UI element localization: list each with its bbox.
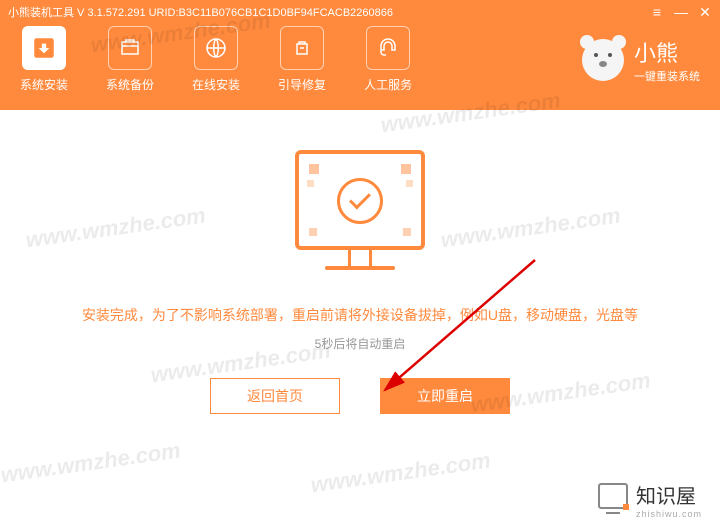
checkmark-icon [337, 178, 383, 224]
footer-icon [598, 483, 628, 509]
watermark: www.wmzhe.com [0, 438, 182, 489]
footer-title: 知识屋 [636, 480, 702, 509]
install-icon [22, 26, 66, 70]
minimize-icon[interactable]: — [674, 5, 688, 19]
completion-message: 安装完成，为了不影响系统部署，重启前请将外接设备拔掉，例如U盘，移动硬盘，光盘等 [0, 305, 720, 325]
nav-system-backup[interactable]: 系统备份 [106, 26, 154, 93]
nav-manual-service[interactable]: 人工服务 [364, 26, 412, 93]
back-home-button[interactable]: 返回首页 [210, 378, 340, 414]
nav-label: 系统安装 [20, 76, 68, 93]
watermark: www.wmzhe.com [309, 448, 492, 499]
brand-subtitle: 一键重装系统 [634, 68, 700, 84]
footer-url: zhishiwu.com [636, 509, 702, 519]
nav-system-install[interactable]: 系统安装 [20, 26, 68, 93]
repair-icon [280, 26, 324, 70]
nav-label: 在线安装 [192, 76, 240, 93]
menu-icon[interactable]: ≡ [650, 5, 664, 19]
nav-label: 人工服务 [364, 76, 412, 93]
brand-title: 小熊 [634, 36, 700, 68]
footer-brand: 知识屋 zhishiwu.com [598, 480, 702, 519]
online-icon [194, 26, 238, 70]
nav-label: 系统备份 [106, 76, 154, 93]
service-icon [366, 26, 410, 70]
countdown-message: 5秒后将自动重启 [0, 335, 720, 352]
app-title: 小熊装机工具 V 3.1.572.291 URID:B3C11B076CB1C1… [8, 4, 393, 20]
nav-boot-repair[interactable]: 引导修复 [278, 26, 326, 93]
bear-icon [582, 39, 624, 81]
success-illustration [295, 150, 425, 270]
nav-online-install[interactable]: 在线安装 [192, 26, 240, 93]
close-icon[interactable]: ✕ [698, 5, 712, 19]
backup-icon [108, 26, 152, 70]
restart-now-button[interactable]: 立即重启 [380, 378, 510, 414]
brand-area: 小熊 一键重装系统 [582, 36, 700, 84]
nav-label: 引导修复 [278, 76, 326, 93]
